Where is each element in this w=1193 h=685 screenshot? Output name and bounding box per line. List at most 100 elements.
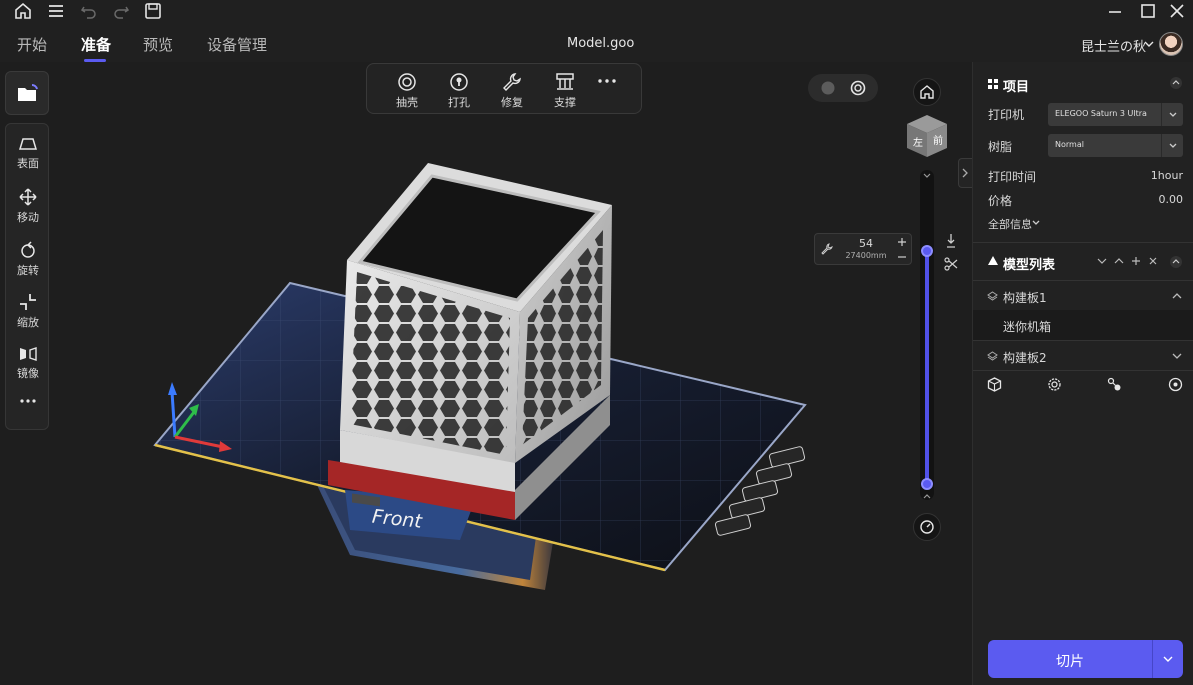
layer-slider-bottom-handle[interactable] [921,478,933,490]
punch-hole-icon [450,73,468,91]
right-panel: 项目 打印机 ELEGOO Saturn 3 Ultra 树脂 Normal 打… [972,62,1193,685]
view-cube-front-label: 前 [933,134,943,147]
caret-down-icon [1163,656,1173,662]
chevron-down-icon[interactable] [1172,352,1182,360]
move-up-icon[interactable] [1114,257,1124,265]
plate-row-2[interactable]: 构建板2 [973,342,1193,370]
slider-up-chevron-icon[interactable] [922,172,932,180]
move-down-icon[interactable] [1097,257,1107,265]
save-icon[interactable] [144,2,162,20]
undo-icon[interactable] [80,2,98,20]
chevron-down-icon[interactable] [1032,220,1040,226]
more-top-tools-button[interactable] [587,78,627,84]
more-tools-button[interactable] [6,398,50,404]
tab-preview[interactable]: 预览 [143,34,173,55]
layer-jump-icon[interactable] [944,232,958,250]
plate-2-label: 构建板2 [1003,351,1047,365]
minimize-icon[interactable] [1106,2,1124,20]
home-view-button[interactable] [913,78,941,106]
wrench-icon[interactable] [821,243,833,255]
punch-hole-tool[interactable]: 打孔 [439,72,479,110]
scale-tool[interactable]: 缩放 [6,293,50,330]
surface-tool[interactable]: 表面 [6,136,50,171]
printer-select[interactable]: ELEGOO Saturn 3 Ultra [1048,103,1183,126]
scene-canvas[interactable]: Front [0,62,972,685]
chevron-up-icon[interactable] [1172,292,1182,300]
mirror-tool[interactable]: 镜像 [6,346,50,381]
model-item-label: 迷你机箱 [1003,320,1052,334]
repair-tool[interactable]: 修复 [492,72,532,110]
plate-icon [987,291,998,301]
more-icon [20,399,36,403]
move-icon [19,188,37,206]
resin-dropdown-arrow[interactable] [1161,134,1183,157]
group-icon[interactable] [1107,377,1122,392]
support-label: 支撑 [554,96,576,109]
price-value: 0.00 [1158,193,1184,206]
xray-view-icon[interactable] [850,80,866,96]
layer-slider-top-handle[interactable] [921,245,933,257]
slice-options-dropdown[interactable] [1152,640,1183,678]
layer-readout: 54 27400mm [814,233,912,265]
move-tool[interactable]: 移动 [6,188,50,225]
model-icon[interactable] [987,377,1002,392]
printer-label: 打印机 [988,108,1025,122]
open-file-button[interactable] [5,71,49,115]
panel-collapse-handle[interactable] [958,158,972,188]
move-label: 移动 [17,211,39,224]
tab-start[interactable]: 开始 [17,34,47,55]
support-icon [556,73,574,90]
settings-icon[interactable] [1047,377,1062,392]
scissors-icon[interactable] [944,257,958,271]
user-name[interactable]: 昆士兰の秋 [1081,36,1146,55]
layer-number: 54 [859,237,873,250]
punch-hole-label: 打孔 [448,96,470,109]
home-icon[interactable] [14,2,32,20]
chevron-right-icon [962,168,968,178]
tab-device-management[interactable]: 设备管理 [207,34,267,55]
print-time-value: 1hour [1150,169,1183,182]
close-icon[interactable] [1168,2,1186,20]
resin-label: 树脂 [988,140,1013,154]
more-icon [598,79,616,83]
avatar[interactable] [1159,32,1183,56]
layer-plus-icon[interactable] [897,237,907,247]
repair-icon [503,73,521,91]
scale-icon [20,294,36,310]
clock-button[interactable] [913,513,941,541]
rotate-label: 旋转 [17,264,39,277]
rotate-tool[interactable]: 旋转 [6,241,50,278]
model-item-minibox[interactable]: 迷你机箱 [973,310,1193,340]
layer-minus-icon[interactable] [897,252,907,262]
solid-view-icon[interactable] [821,81,835,95]
plate-row-1[interactable]: 构建板1 [973,282,1193,310]
collapse-up-icon[interactable] [1169,255,1183,269]
hollow-icon [398,73,416,91]
target-icon[interactable] [1168,377,1183,392]
all-info-link[interactable]: 全部信息 [988,216,1032,232]
view-mode-toggle[interactable] [808,74,878,102]
3d-viewport[interactable]: Front [0,62,972,685]
collapse-up-icon[interactable] [1169,76,1183,90]
price-label: 价格 [988,194,1013,208]
chevron-down-icon[interactable] [1144,40,1154,48]
view-cube[interactable]: 左 前 [903,112,951,160]
remove-icon[interactable] [1148,256,1158,266]
hollow-tool[interactable]: 抽壳 [387,72,427,110]
title-bar: 开始 准备 预览 设备管理 Model.goo 昆士兰の秋 [0,0,1193,62]
slider-down-chevron-icon[interactable] [922,492,932,500]
support-tool[interactable]: 支撑 [545,72,585,110]
slice-button[interactable]: 切片 [988,640,1183,678]
maximize-icon[interactable] [1139,2,1157,20]
home-icon [920,85,934,99]
rotate-icon [21,241,35,258]
scale-label: 缩放 [17,316,39,329]
redo-icon[interactable] [112,2,130,20]
add-icon[interactable] [1131,256,1141,266]
menu-icon[interactable] [47,2,65,20]
tab-prepare[interactable]: 准备 [81,34,111,55]
clock-icon [920,520,934,534]
section-divider [973,280,1193,281]
resin-select[interactable]: Normal [1048,134,1183,157]
printer-dropdown-arrow[interactable] [1161,103,1183,126]
